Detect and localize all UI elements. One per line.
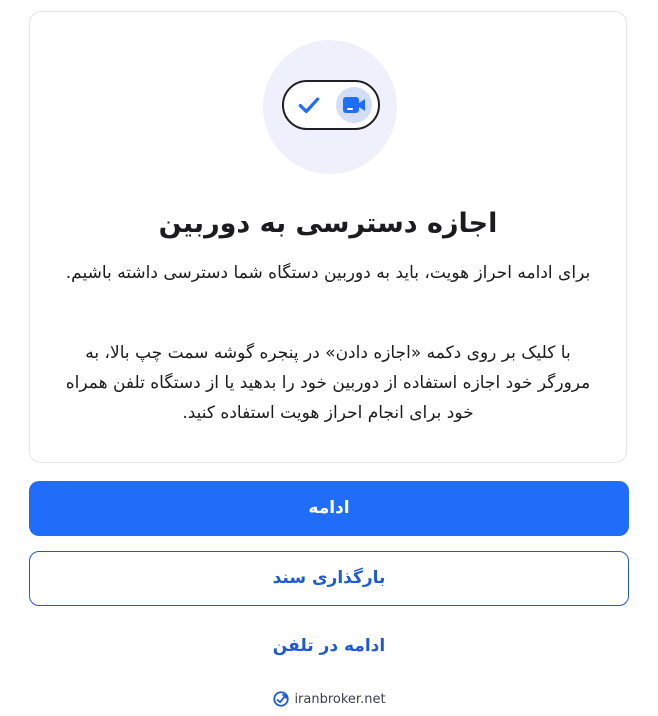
camera-access-description: برای ادامه احراز هویت، باید به دوربین دس…: [65, 263, 591, 283]
continue-on-phone-link[interactable]: ادامه در تلفن: [0, 636, 658, 656]
video-camera-icon: [343, 97, 365, 113]
brand-footer: iranbroker.net: [0, 690, 658, 712]
upload-document-button[interactable]: بارگذاری سند: [29, 551, 629, 606]
check-icon: [298, 97, 320, 114]
toggle-knob: [336, 87, 372, 123]
browser-permission-instructions: با کلیک بر روی دکمه «اجازه دادن» در پنجر…: [65, 343, 591, 423]
page-title: اجازه دسترسی به دوربین: [158, 208, 498, 239]
permission-toggle: [282, 80, 380, 130]
continue-button[interactable]: ادامه: [29, 481, 629, 536]
iranbroker-logo-icon: [273, 691, 290, 707]
brand-text: iranbroker.net: [294, 691, 386, 707]
permission-card: اجازه دسترسی به دوربین برای ادامه احراز …: [29, 11, 627, 463]
camera-permission-illustration: [263, 40, 397, 174]
